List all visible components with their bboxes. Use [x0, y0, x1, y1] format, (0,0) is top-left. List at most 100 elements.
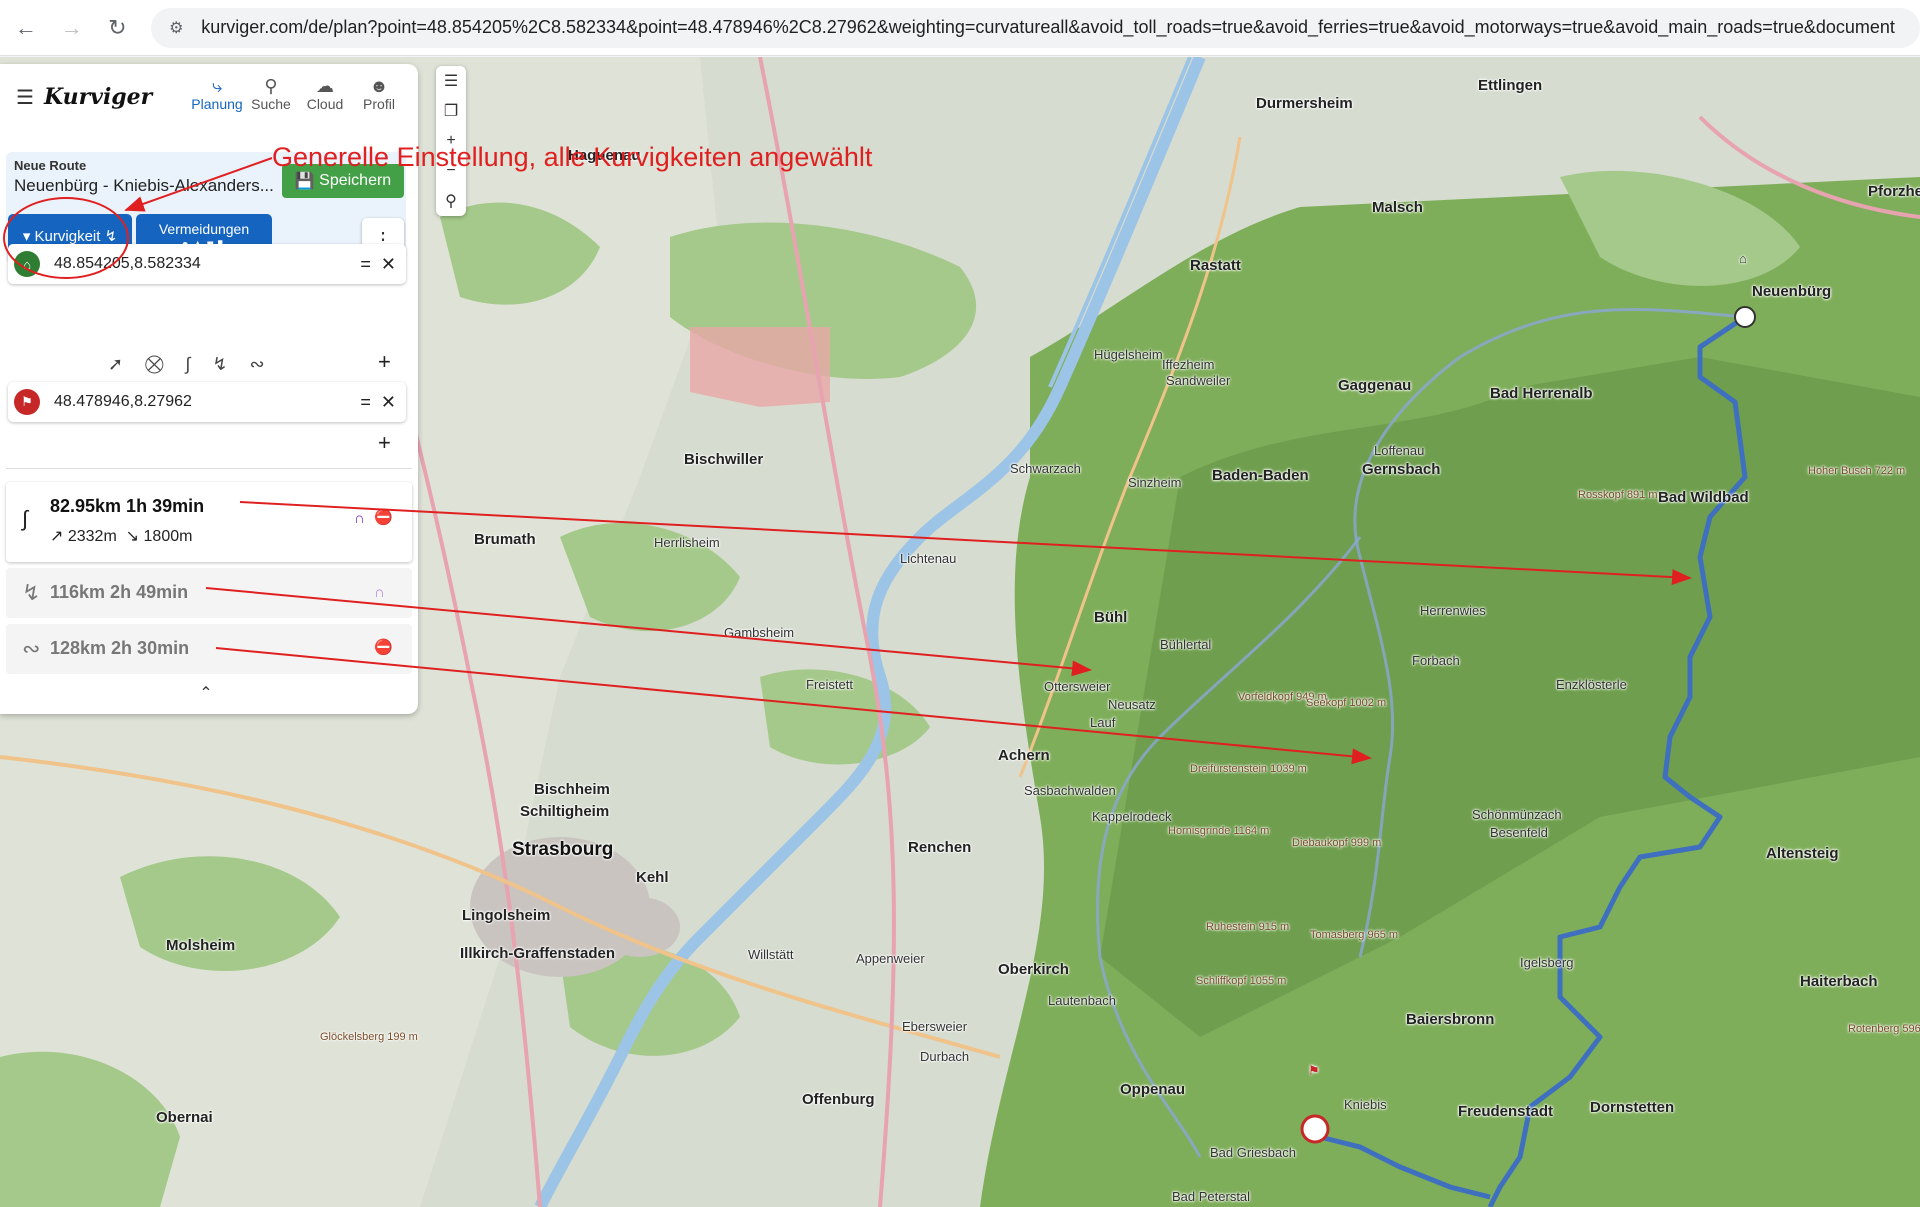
- map-label-obernai: Obernai: [156, 1109, 213, 1126]
- kurviger-logo[interactable]: Kurviger: [44, 84, 152, 110]
- switchback-icon[interactable]: ∾: [250, 354, 265, 375]
- route-end-flag-icon[interactable]: ⚑: [1308, 1063, 1320, 1079]
- route-start-home-icon[interactable]: ⌂: [1739, 251, 1747, 266]
- map-label-malsch: Malsch: [1372, 199, 1423, 216]
- map-label-schiltigheim: Schiltigheim: [520, 803, 610, 820]
- map-label-oberkirch: Oberkirch: [998, 961, 1069, 978]
- bridge-icon[interactable]: ⛒: [145, 354, 163, 375]
- collapse-results-icon[interactable]: ⌃: [184, 678, 228, 708]
- map-label-village: Kniebis: [1344, 1097, 1387, 1112]
- map-label-freudenstadt: Freudenstadt: [1458, 1103, 1554, 1120]
- map-label-peak: Rotenberg 596 m: [1848, 1023, 1920, 1035]
- descent-icon: ↘: [125, 528, 140, 545]
- waypoint-start[interactable]: ⌂ 48.854205,8.582334 = ✕: [8, 244, 406, 284]
- menu-icon[interactable]: ☰: [16, 85, 34, 110]
- result-elevation: ↗ 2332m ↘ 1800m: [50, 526, 192, 546]
- nav-profil[interactable]: ☻ Profil: [352, 76, 406, 112]
- map-label-gernsbach: Gernsbach: [1362, 461, 1441, 478]
- map-label-village: Appenweier: [856, 951, 925, 966]
- map-label-village: Lauf: [1090, 715, 1116, 730]
- map-label-village: Ebersweier: [902, 1019, 968, 1034]
- map-label-village: Freistett: [806, 677, 853, 692]
- search-icon: ⚲: [264, 76, 278, 96]
- map-label-village: Bad Griesbach: [1210, 1145, 1296, 1160]
- nav-cloud[interactable]: ☁ Cloud: [298, 76, 352, 112]
- map-label-village: Iffezheim: [1162, 357, 1215, 372]
- waypoint-end[interactable]: ⚑ 48.478946,8.27962 = ✕: [8, 382, 406, 422]
- curve-icon[interactable]: ↯: [212, 354, 227, 375]
- map-label-village: Gambsheim: [724, 625, 795, 640]
- caret-down-icon: ▾: [22, 228, 35, 245]
- site-settings-icon[interactable]: ⚙: [165, 17, 187, 39]
- map-label-village: Herrlisheim: [654, 535, 720, 550]
- map-label-baden-baden: Baden-Baden: [1212, 467, 1309, 484]
- layers-icon[interactable]: ☰: [436, 66, 466, 96]
- map-label-bischheim: Bischheim: [534, 781, 610, 798]
- no-entry-icon: ⛔: [374, 639, 393, 656]
- route-result-alt-1[interactable]: ↯ 116km 2h 49min ∩: [6, 568, 412, 618]
- drag-handle-icon[interactable]: =: [360, 254, 371, 275]
- map-label-village: Enzklösterle: [1556, 677, 1627, 692]
- map-label-pforzheim: Pforzheim: [1868, 183, 1920, 200]
- map-label-peak: Hoher Busch 722 m: [1808, 465, 1906, 477]
- waypoint-input[interactable]: 48.854205,8.582334: [54, 255, 360, 273]
- map-label-village: Loffenau: [1374, 443, 1425, 458]
- map-label-village: Willstätt: [748, 947, 794, 962]
- map-label-peak: Glöckelsberg 199 m: [320, 1031, 418, 1043]
- route-title: Neue Route: [14, 158, 87, 173]
- map-label-strasbourg: Strasbourg: [512, 839, 614, 860]
- map-label-lingolsheim: Lingolsheim: [462, 907, 551, 924]
- map-label-village: Forbach: [1412, 653, 1460, 668]
- map-label-village: Igelsberg: [1520, 955, 1574, 970]
- map-label-durmersheim: Durmersheim: [1256, 95, 1353, 112]
- map-label-oppenau: Oppenau: [1120, 1081, 1186, 1098]
- route-name[interactable]: Neuenbürg - Kniebis-Alexanders...: [14, 176, 286, 196]
- motorcycle-icon[interactable]: ➚: [108, 354, 123, 375]
- map-label-village: Schwarzach: [1010, 461, 1081, 476]
- map-label-ettlingen: Ettlingen: [1478, 77, 1543, 94]
- back-icon[interactable]: ←: [6, 8, 46, 48]
- map-label-village: Bühlertal: [1160, 637, 1212, 652]
- map-label-peak: Schliffkopf 1055 m: [1196, 975, 1287, 987]
- map-label-village: Schönmünzach: [1472, 807, 1562, 822]
- home-icon: ⌂: [14, 251, 40, 277]
- panel-header: ☰ Kurviger ⤷ Planung ⚲ Suche ☁ Cloud ☻ P…: [0, 64, 418, 130]
- address-bar[interactable]: ⚙ kurviger.com/de/plan?point=48.854205%2…: [151, 7, 1920, 48]
- drag-handle-icon[interactable]: =: [360, 392, 371, 413]
- map-label-village: Sasbachwalden: [1024, 783, 1116, 798]
- waypoint-input[interactable]: 48.478946,8.27962: [54, 393, 360, 411]
- ascent-value: 2332m: [67, 528, 117, 545]
- reload-icon[interactable]: ↻: [98, 8, 138, 48]
- map-label-village: Kappelrodeck: [1092, 809, 1172, 824]
- map-label-village: Sinzheim: [1128, 475, 1182, 490]
- map-label-peak: Rosskopf 891 m: [1578, 489, 1658, 501]
- curve-icon: ↯: [22, 580, 41, 605]
- route-result-primary[interactable]: ∫ 82.95km 1h 39min ↗ 2332m ↘ 1800m ∩ ⛔: [6, 482, 412, 562]
- location-pin-icon[interactable]: ⚲: [436, 186, 466, 216]
- remove-waypoint-icon[interactable]: ✕: [381, 254, 396, 275]
- map-label-village: Sandweiler: [1166, 373, 1231, 388]
- route-result-alt-2[interactable]: ∾ 128km 2h 30min ⛔: [6, 624, 412, 674]
- result-distance-time: 128km 2h 30min: [50, 638, 190, 658]
- map-label-village: Ottersweier: [1044, 679, 1111, 694]
- overlay-icon[interactable]: ❐: [436, 96, 466, 126]
- remove-waypoint-icon[interactable]: ✕: [381, 392, 396, 413]
- url-text[interactable]: kurviger.com/de/plan?point=48.854205%2C8…: [201, 17, 1895, 38]
- map-label-village: Lautenbach: [1048, 993, 1116, 1008]
- map-label-buehl: Bühl: [1094, 609, 1128, 626]
- map-label-peak: Seekopf 1002 m: [1306, 697, 1387, 709]
- forward-icon[interactable]: →: [52, 8, 92, 48]
- map-label-brumath: Brumath: [474, 531, 536, 548]
- map-label-neuenbuerg: Neuenbürg: [1752, 283, 1832, 300]
- map-label-altensteig: Altensteig: [1766, 845, 1839, 862]
- avoidances-label: Vermeidungen: [158, 221, 250, 237]
- route-icon: ⤷: [211, 76, 223, 96]
- curvy-road-icon[interactable]: ∫: [185, 354, 190, 375]
- map-label-village: Durbach: [920, 1049, 970, 1064]
- nav-planung[interactable]: ⤷ Planung: [190, 76, 244, 112]
- map-label-offenburg: Offenburg: [802, 1091, 875, 1108]
- add-waypoint-icon[interactable]: +: [378, 349, 391, 375]
- map-label-bischwiller: Bischwiller: [684, 451, 764, 468]
- add-waypoint-icon[interactable]: +: [378, 430, 391, 456]
- nav-suche[interactable]: ⚲ Suche: [244, 76, 298, 112]
